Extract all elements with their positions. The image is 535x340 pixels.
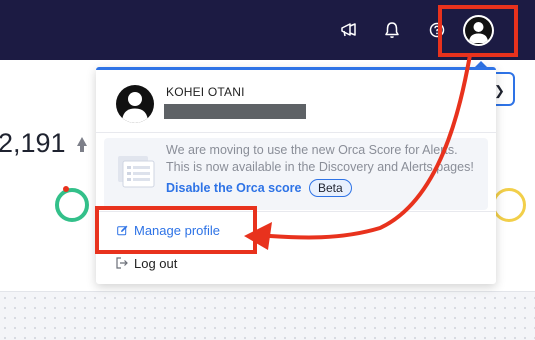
redacted-email-bar bbox=[164, 104, 306, 119]
orca-score-notice: We are moving to use the new Orca Score … bbox=[104, 138, 488, 210]
logout-label: Log out bbox=[134, 255, 178, 271]
manage-profile-highlight-box bbox=[95, 206, 257, 254]
score-ring bbox=[55, 188, 89, 222]
notice-text: We are moving to use the new Orca Score … bbox=[166, 143, 474, 174]
trend-up-icon-stem bbox=[80, 145, 84, 152]
logout-icon bbox=[116, 257, 128, 269]
document-illustration-icon bbox=[116, 155, 156, 189]
bell-icon[interactable] bbox=[380, 17, 404, 43]
profile-avatar bbox=[116, 85, 154, 123]
megaphone-icon[interactable] bbox=[337, 17, 361, 43]
score-ring-marker bbox=[63, 186, 69, 192]
menu-divider bbox=[96, 132, 496, 133]
disable-orca-score-link[interactable]: Disable the Orca score bbox=[166, 181, 301, 195]
beta-badge: Beta bbox=[309, 179, 352, 197]
avatar-highlight-box bbox=[438, 5, 518, 57]
metric-value: 2,191 bbox=[0, 128, 66, 158]
logout-menu-item[interactable]: Log out bbox=[116, 253, 177, 273]
score-ring-secondary bbox=[492, 188, 526, 222]
dotted-background bbox=[0, 293, 535, 340]
profile-name: KOHEI OTANI bbox=[166, 85, 245, 99]
